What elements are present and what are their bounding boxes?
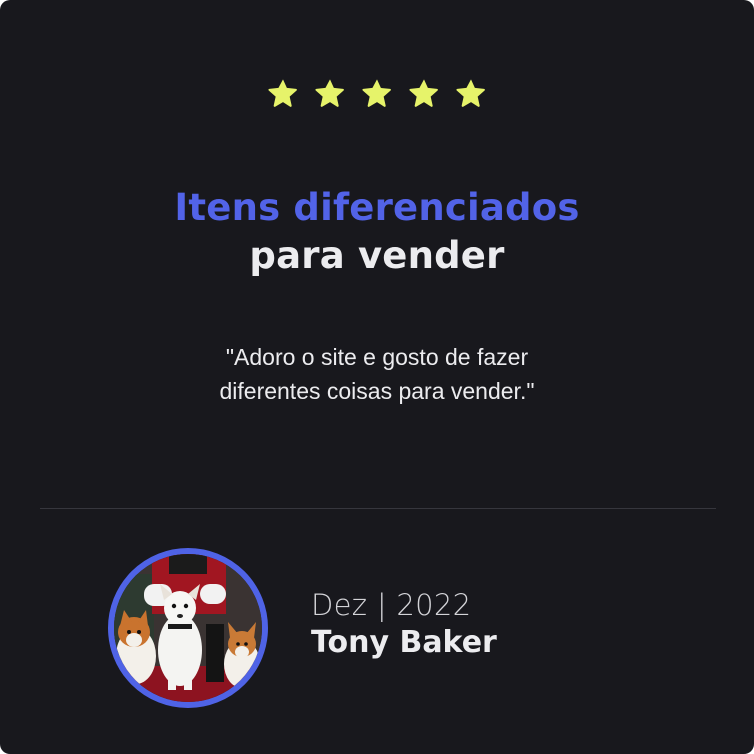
author-meta: Dez | 2022 Tony Baker bbox=[311, 587, 497, 663]
quote-line-2: diferentes coisas para vender." bbox=[219, 378, 535, 404]
star-icon bbox=[456, 79, 485, 107]
testimonial-quote: "Adoro o site e gosto de fazer diferente… bbox=[0, 340, 754, 408]
avatar-photo-dogs-icon bbox=[114, 554, 262, 702]
testimonial-date: Dez | 2022 bbox=[311, 588, 472, 622]
star-icon bbox=[362, 79, 391, 107]
author-name: Tony Baker bbox=[311, 625, 497, 660]
testimonial-card: Itens diferenciados para vender "Adoro o… bbox=[0, 0, 754, 754]
headline-accent: Itens diferenciados bbox=[174, 186, 580, 229]
quote-line-1: "Adoro o site e gosto de fazer bbox=[225, 344, 529, 370]
headline-main: para vender bbox=[249, 234, 505, 277]
testimonial-headline: Itens diferenciados para vender bbox=[0, 184, 754, 280]
star-icon bbox=[315, 79, 344, 107]
divider bbox=[40, 508, 716, 509]
star-rating bbox=[0, 77, 754, 109]
star-icon bbox=[268, 79, 297, 107]
star-icon bbox=[409, 79, 438, 107]
avatar bbox=[108, 548, 268, 708]
